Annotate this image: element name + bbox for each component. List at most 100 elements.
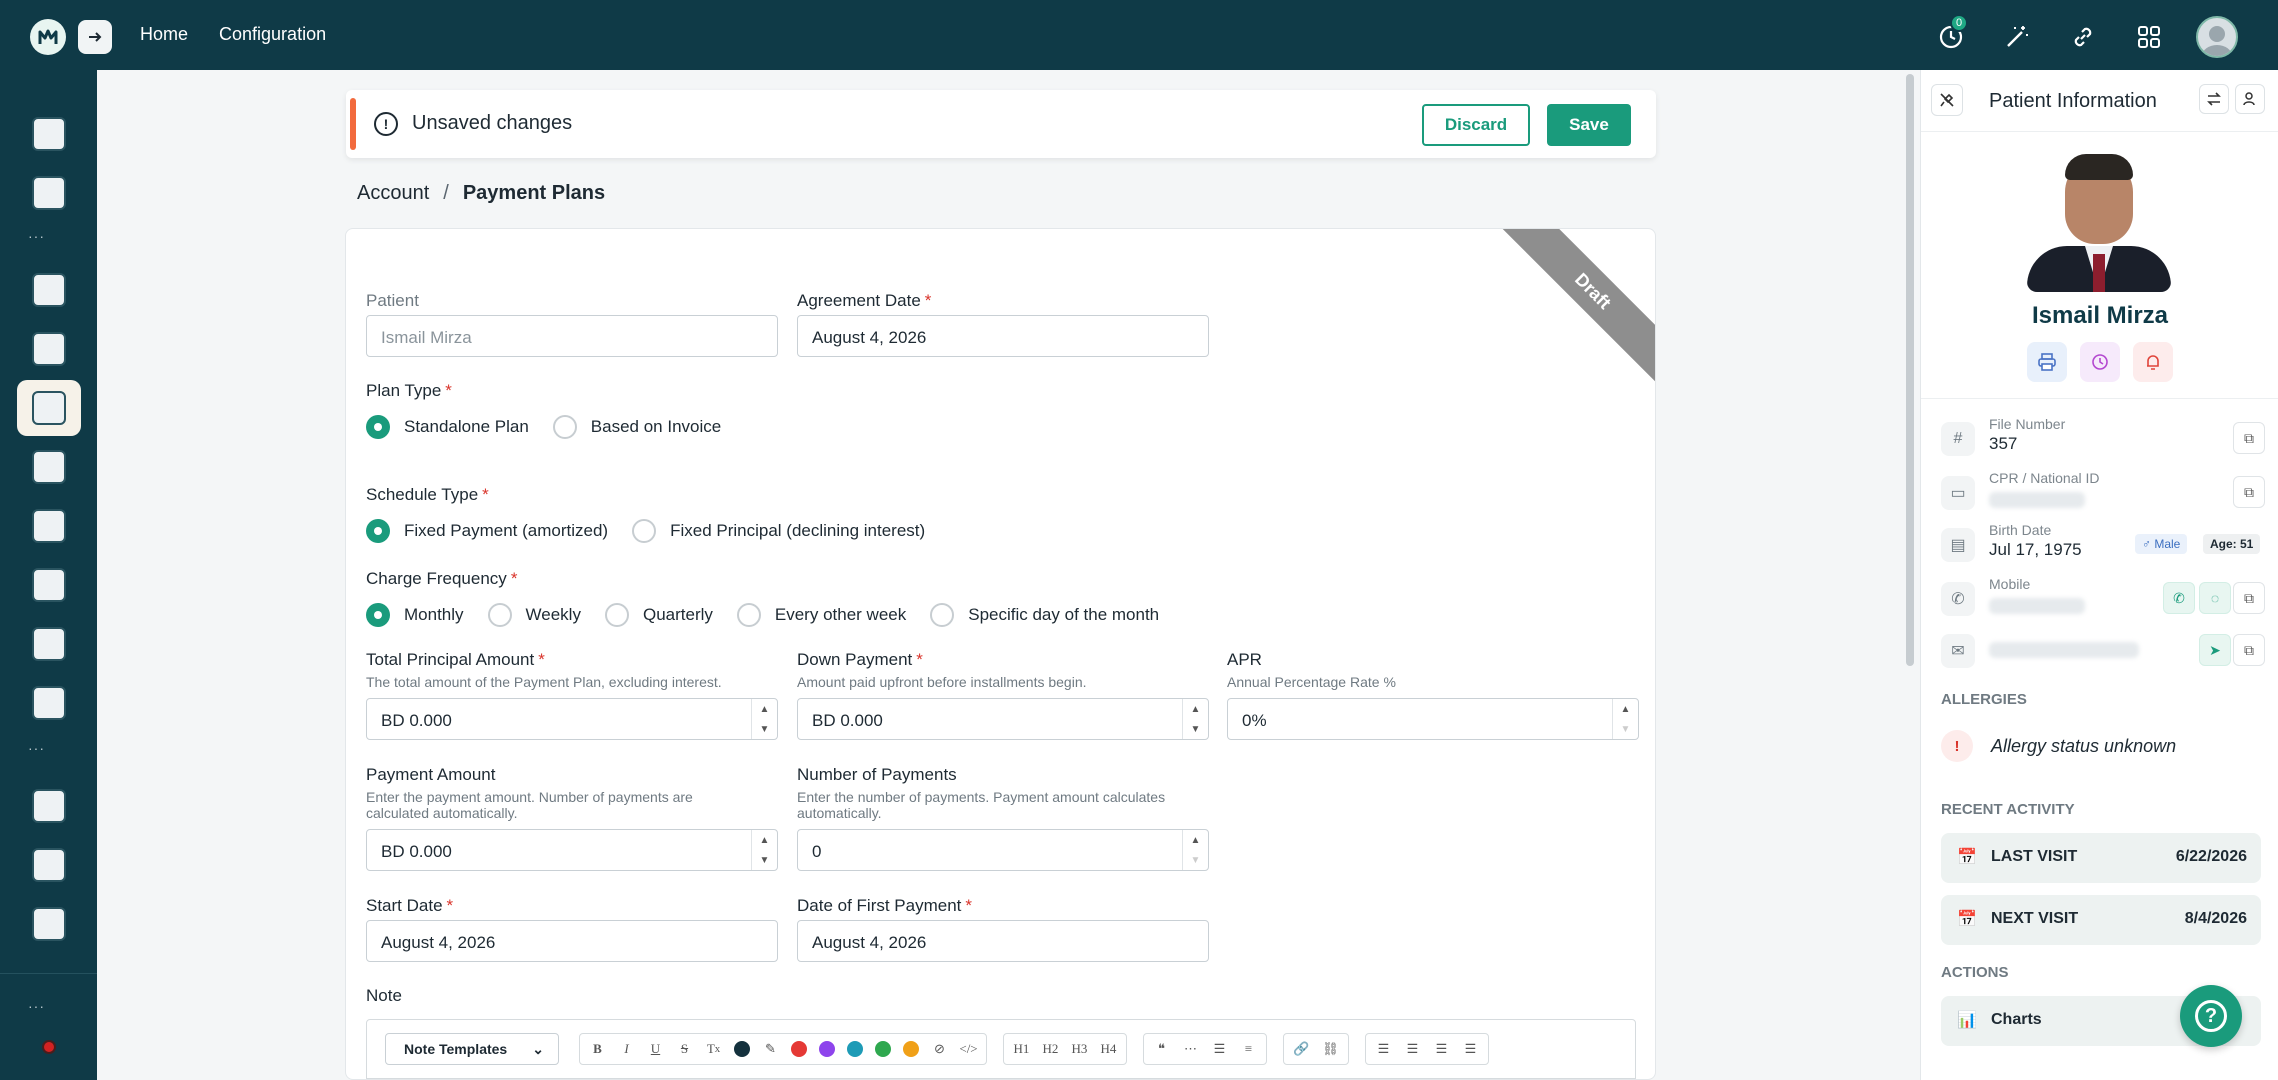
color-green-swatch[interactable] [875, 1041, 891, 1057]
code-icon[interactable]: </> [955, 1037, 982, 1061]
quote-icon[interactable]: ❝ [1148, 1037, 1175, 1061]
radio-fixed-principal[interactable]: Fixed Principal (declining interest) [632, 519, 925, 543]
heading-1-button[interactable]: H1 [1008, 1037, 1035, 1061]
link-button[interactable] [2064, 18, 2102, 56]
heading-4-button[interactable]: H4 [1095, 1037, 1122, 1061]
unpin-panel-button[interactable] [1931, 84, 1963, 116]
add-alert-button[interactable] [2133, 342, 2173, 382]
radio-fixed-payment[interactable]: Fixed Payment (amortized) [366, 519, 608, 543]
sidebar-item-lab[interactable] [17, 675, 81, 731]
heading-3-button[interactable]: H3 [1066, 1037, 1093, 1061]
radio-monthly[interactable]: Monthly [366, 603, 464, 627]
numbered-list-icon[interactable]: ≡ [1235, 1037, 1262, 1061]
radio-standalone-plan[interactable]: Standalone Plan [366, 415, 529, 439]
nav-home-link[interactable]: Home [140, 24, 188, 45]
sidebar-item-billing[interactable] [17, 380, 81, 436]
radio-weekly[interactable]: Weekly [487, 603, 581, 627]
copy-national-id-button[interactable]: ⧉ [2233, 476, 2265, 508]
number-stepper[interactable]: ▲ ▼ [751, 830, 777, 870]
bold-button[interactable]: B [584, 1037, 611, 1061]
number-stepper[interactable]: ▲ ▼ [1182, 830, 1208, 870]
last-visit-label: LAST VISIT [1991, 848, 2078, 865]
send-email-button[interactable]: ➤ [2199, 634, 2231, 666]
first-payment-date-value: August 4, 2026 [812, 933, 927, 952]
down-payment-input[interactable]: BD 0.000 ▲ ▼ [797, 698, 1209, 740]
sidebar-item-calendar[interactable] [17, 262, 81, 318]
app-logo[interactable] [30, 19, 66, 55]
sidebar-item-payments[interactable] [17, 498, 81, 554]
sidebar-item-messages[interactable] [17, 616, 81, 672]
save-button[interactable]: Save [1547, 104, 1631, 146]
no-color-icon[interactable]: ⊘ [926, 1037, 953, 1061]
align-center-icon[interactable]: ☰ [1399, 1037, 1426, 1061]
switch-patient-button[interactable] [2199, 84, 2229, 114]
sidebar-divider [0, 973, 97, 974]
bullet-list-icon[interactable]: ☰ [1206, 1037, 1233, 1061]
sidebar-item-1[interactable] [17, 106, 81, 162]
highlight-pen-icon[interactable]: ✎ [757, 1037, 784, 1061]
number-stepper[interactable]: ▲ ▼ [751, 699, 777, 739]
history-button[interactable] [2080, 342, 2120, 382]
breadcrumb-account[interactable]: Account [357, 182, 429, 205]
underline-button[interactable]: U [642, 1037, 669, 1061]
sidebar-item-staff[interactable] [17, 778, 81, 834]
text-color-swatch[interactable] [734, 1041, 750, 1057]
user-avatar[interactable] [2196, 16, 2238, 58]
radio-every-other-week[interactable]: Every other week [736, 603, 906, 627]
discard-button[interactable]: Discard [1422, 104, 1530, 146]
agreement-date-field[interactable]: August 4, 2026 [797, 315, 1209, 357]
call-button[interactable]: ✆ [2163, 582, 2195, 614]
number-stepper[interactable]: ▲ ▼ [1612, 699, 1638, 739]
radio-specific-day[interactable]: Specific day of the month [930, 603, 1159, 627]
unlink-icon[interactable]: ⛓ [1317, 1037, 1344, 1061]
help-button[interactable]: ? [2180, 985, 2242, 1047]
content-scrollbar[interactable] [1906, 74, 1914, 666]
print-button[interactable] [2027, 342, 2067, 382]
strikethrough-button[interactable]: S [671, 1037, 698, 1061]
color-teal-swatch[interactable] [847, 1041, 863, 1057]
sidebar-item-reports[interactable] [17, 837, 81, 893]
number-of-payments-input[interactable]: 0 ▲ ▼ [797, 829, 1209, 871]
horizontal-rule-icon[interactable]: ⋯ [1177, 1037, 1204, 1061]
clear-format-button[interactable]: Tx [700, 1037, 727, 1061]
nav-configuration-link[interactable]: Configuration [219, 24, 326, 45]
copy-icon: ⧉ [2244, 483, 2254, 500]
phone-icon: ✆ [1941, 582, 1975, 616]
color-orange-swatch[interactable] [903, 1041, 919, 1057]
copy-email-button[interactable]: ⧉ [2233, 634, 2265, 666]
copy-icon: ⧉ [2244, 641, 2254, 658]
apr-input[interactable]: 0% ▲ ▼ [1227, 698, 1639, 740]
magic-wand-button[interactable] [1998, 18, 2036, 56]
documents-icon [32, 176, 66, 210]
align-justify-icon[interactable]: ☰ [1428, 1037, 1455, 1061]
copy-file-number-button[interactable]: ⧉ [2233, 422, 2265, 454]
expand-sidebar-button[interactable] [78, 20, 112, 54]
last-visit-card[interactable]: 📅 LAST VISIT 6/22/2026 [1941, 833, 2261, 883]
sidebar-item-2[interactable] [17, 165, 81, 221]
start-date-field[interactable]: August 4, 2026 [366, 920, 778, 962]
copy-mobile-button[interactable]: ⧉ [2233, 582, 2265, 614]
payment-amount-input[interactable]: BD 0.000 ▲ ▼ [366, 829, 778, 871]
whatsapp-button[interactable]: ◌ [2199, 582, 2231, 614]
insert-link-icon[interactable]: 🔗 [1288, 1037, 1315, 1061]
patient-profile-button[interactable] [2235, 84, 2265, 114]
history-button[interactable]: 0 [1932, 14, 1970, 56]
apps-button[interactable] [2130, 18, 2168, 56]
radio-based-on-invoice[interactable]: Based on Invoice [552, 415, 721, 439]
sidebar-item-forms[interactable] [17, 439, 81, 495]
sidebar-item-insurance[interactable] [17, 557, 81, 613]
italic-button[interactable]: I [613, 1037, 640, 1061]
radio-quarterly[interactable]: Quarterly [604, 603, 713, 627]
first-payment-date-field[interactable]: August 4, 2026 [797, 920, 1209, 962]
color-red-swatch[interactable] [791, 1041, 807, 1057]
sidebar-item-patients[interactable] [17, 321, 81, 377]
align-right-icon[interactable]: ☰ [1457, 1037, 1484, 1061]
color-purple-swatch[interactable] [819, 1041, 835, 1057]
total-principal-input[interactable]: BD 0.000 ▲ ▼ [366, 698, 778, 740]
note-templates-select[interactable]: Note Templates ⌄ [385, 1033, 559, 1065]
heading-2-button[interactable]: H2 [1037, 1037, 1064, 1061]
align-left-icon[interactable]: ☰ [1370, 1037, 1397, 1061]
next-visit-card[interactable]: 📅 NEXT VISIT 8/4/2026 [1941, 895, 2261, 945]
sidebar-item-settings[interactable] [17, 896, 81, 952]
number-stepper[interactable]: ▲ ▼ [1182, 699, 1208, 739]
